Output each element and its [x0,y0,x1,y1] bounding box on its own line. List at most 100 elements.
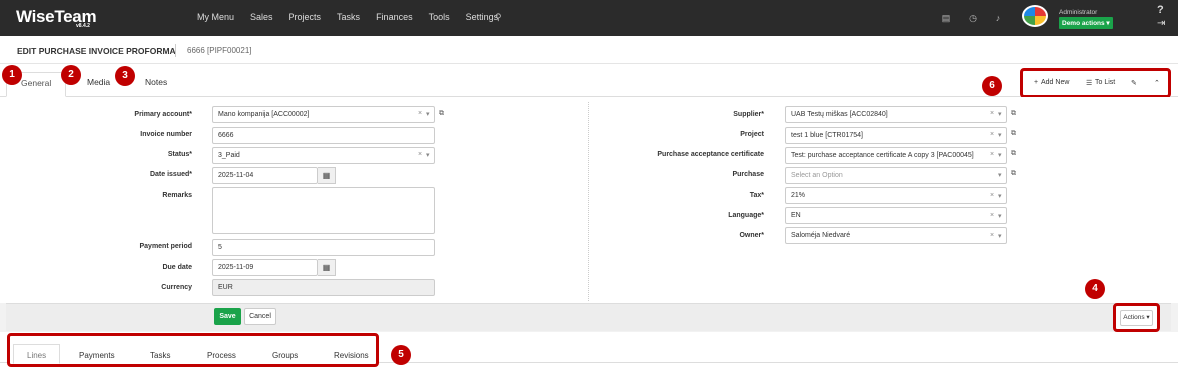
pac-label: Purchase acceptance certificate [657,151,764,158]
primary-account-select[interactable]: Mano kompanija [ACC00002] [212,106,435,123]
clear-icon[interactable]: × [990,192,994,199]
calculator-icon[interactable]: ▤ [941,13,951,23]
pac-value: Test: purchase acceptance certificate A … [791,152,974,159]
clock-icon[interactable]: ◷ [968,13,978,23]
tab-process[interactable]: Process [207,351,236,360]
logout-icon[interactable]: ⇥ [1157,18,1165,29]
clear-icon[interactable]: × [990,151,994,158]
remarks-textarea[interactable] [212,187,435,234]
callout-badge-2: 2 [61,65,81,85]
calendar-icon[interactable]: ▦ [318,259,336,276]
project-value: test 1 blue [CTR01754] [791,132,863,139]
open-link-icon[interactable]: ⧉ [439,110,444,118]
chevron-down-icon[interactable]: ▾ [426,110,430,118]
actions-button[interactable]: Actions ▾ [1120,310,1153,326]
demo-actions-button[interactable]: Demo actions ▾ [1059,17,1113,29]
payment-period-value: 5 [218,244,222,251]
clear-icon[interactable]: × [990,131,994,138]
due-date-field[interactable]: 2025-11-09 [212,259,318,276]
status-label: Status* [167,151,192,158]
supplier-value: UAB Testų miškas [ACC02840] [791,111,888,118]
project-select[interactable]: test 1 blue [CTR01754] [785,127,1007,144]
callout-badge-5: 5 [391,345,411,365]
tax-select[interactable]: 21% [785,187,1007,204]
detail-tabs: Lines Payments Tasks Process Groups Revi… [7,333,379,367]
title-divider [175,44,176,57]
tax-value: 21% [791,192,806,199]
form-button-bar [6,303,1171,331]
payment-period-field[interactable]: 5 [212,239,435,256]
purchase-label: Purchase [732,171,764,178]
chevron-down-icon[interactable]: ▾ [998,192,1002,200]
nav-tasks[interactable]: Tasks [337,12,360,22]
actions-highlight: Actions ▾ [1113,303,1160,332]
due-date-value: 2025-11-09 [218,264,254,271]
open-link-icon[interactable]: ⧉ [1011,150,1016,158]
list-icon[interactable]: ☰ [1086,79,1092,87]
callout-badge-6: 6 [982,76,1002,96]
avatar[interactable] [1022,5,1048,27]
open-link-icon[interactable]: ⧉ [1011,130,1016,138]
clear-icon[interactable]: × [990,232,994,239]
record-toolbar: + Add New ☰ To List ✎ ⌃ [1020,68,1171,98]
primary-account-value: Mano kompanija [ACC00002] [218,111,310,118]
nav-tools[interactable]: Tools [429,12,450,22]
nav-settings[interactable]: Settings [466,12,499,22]
top-navbar: WiseTeam v8.4.2 My Menu Sales Projects T… [0,0,1178,36]
date-issued-field[interactable]: 2025-11-04 [212,167,318,184]
clear-icon[interactable]: × [418,110,422,117]
chevron-down-icon[interactable]: ▾ [998,232,1002,240]
cancel-button[interactable]: Cancel [244,308,276,325]
project-label: Project [740,131,764,138]
page-header: EDIT PURCHASE INVOICE PROFORMA 6666 [PIP… [0,36,1178,64]
plus-icon[interactable]: + [1034,79,1038,86]
chevron-down-icon[interactable]: ▾ [998,151,1002,159]
nav-finances[interactable]: Finances [376,12,413,22]
save-button[interactable]: Save [214,308,241,325]
chevron-down-icon[interactable]: ▾ [998,171,1002,179]
supplier-label: Supplier* [733,111,764,118]
currency-field: EUR [212,279,435,296]
tab-groups[interactable]: Groups [272,351,298,360]
clear-icon[interactable]: × [418,151,422,158]
nav-my-menu[interactable]: My Menu [197,12,234,22]
nav-projects[interactable]: Projects [289,12,322,22]
tab-notes[interactable]: Notes [145,77,167,87]
chevron-down-icon[interactable]: ▾ [998,110,1002,118]
purchase-placeholder: Select an Option [791,172,843,179]
main-nav: My Menu Sales Projects Tasks Finances To… [197,12,514,22]
clear-icon[interactable]: × [990,212,994,219]
nav-sales[interactable]: Sales [250,12,273,22]
tab-tasks[interactable]: Tasks [150,351,170,360]
bell-icon[interactable]: ♪ [993,13,1003,23]
pac-select[interactable]: Test: purchase acceptance certificate A … [785,147,1007,164]
supplier-select[interactable]: UAB Testų miškas [ACC02840] [785,106,1007,123]
to-list-button[interactable]: To List [1095,79,1115,86]
open-link-icon[interactable]: ⧉ [1011,170,1016,178]
chevron-down-icon[interactable]: ▾ [426,151,430,159]
open-link-icon[interactable]: ⧉ [1011,110,1016,118]
help-icon[interactable]: ? [1157,4,1164,16]
purchase-select[interactable]: Select an Option [785,167,1007,184]
owner-select[interactable]: Saloméja Niedvaré [785,227,1007,244]
tab-media[interactable]: Media [87,77,110,87]
page-title: EDIT PURCHASE INVOICE PROFORMA [17,46,176,56]
chevron-down-icon[interactable]: ▾ [998,212,1002,220]
invoice-number-field[interactable]: 6666 [212,127,435,144]
tab-payments[interactable]: Payments [79,351,115,360]
edit-pencil-icon[interactable]: ✎ [1131,79,1137,87]
callout-badge-4: 4 [1085,279,1105,299]
search-icon[interactable]: ⚲ [495,12,502,23]
status-select[interactable]: 3_Paid [212,147,435,164]
add-new-button[interactable]: Add New [1041,79,1069,86]
page-subtitle: 6666 [PIPF00021] [187,46,252,55]
calendar-icon[interactable]: ▦ [318,167,336,184]
callout-badge-1: 1 [2,65,22,85]
column-divider [588,102,589,301]
clear-icon[interactable]: × [990,110,994,117]
chevron-down-icon[interactable]: ▾ [998,131,1002,139]
collapse-chevron-icon[interactable]: ⌃ [1154,79,1160,87]
language-select[interactable]: EN [785,207,1007,224]
tab-revisions[interactable]: Revisions [334,351,369,360]
tab-lines[interactable]: Lines [13,344,61,364]
